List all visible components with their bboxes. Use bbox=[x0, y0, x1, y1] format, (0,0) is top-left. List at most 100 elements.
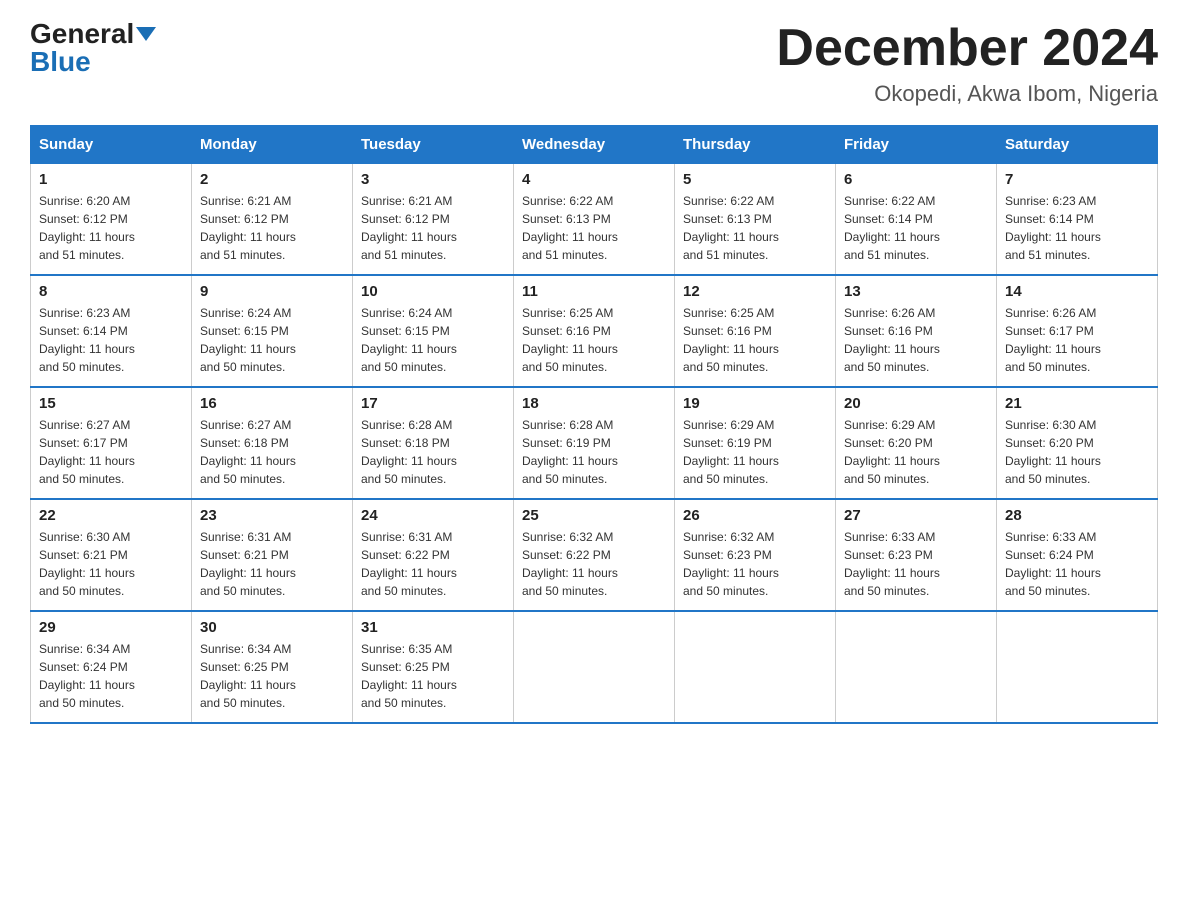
day-info: Sunrise: 6:22 AMSunset: 6:13 PMDaylight:… bbox=[683, 192, 827, 264]
day-info: Sunrise: 6:32 AMSunset: 6:22 PMDaylight:… bbox=[522, 528, 666, 600]
day-number: 14 bbox=[1005, 283, 1149, 300]
day-number: 22 bbox=[39, 507, 183, 524]
calendar-cell: 26 Sunrise: 6:32 AMSunset: 6:23 PMDayligh… bbox=[675, 499, 836, 611]
calendar-cell: 4 Sunrise: 6:22 AMSunset: 6:13 PMDaylight… bbox=[514, 164, 675, 276]
calendar-cell: 29Sunrise: 6:34 AMSunset: 6:24 PMDayligh… bbox=[31, 611, 192, 723]
calendar-cell: 24 Sunrise: 6:31 AMSunset: 6:22 PMDayligh… bbox=[353, 499, 514, 611]
day-info: Sunrise: 6:31 AMSunset: 6:22 PMDaylight:… bbox=[361, 528, 505, 600]
day-info: Sunrise: 6:28 AMSunset: 6:19 PMDaylight:… bbox=[522, 416, 666, 488]
calendar-cell: 28 Sunrise: 6:33 AMSunset: 6:24 PMDayligh… bbox=[997, 499, 1158, 611]
header-row: SundayMondayTuesdayWednesdayThursdayFrid… bbox=[31, 126, 1158, 164]
logo-general-text: General bbox=[30, 20, 134, 48]
calendar-cell: 6Sunrise: 6:22 AMSunset: 6:14 PMDaylight… bbox=[836, 164, 997, 276]
calendar-cell: 16 Sunrise: 6:27 AMSunset: 6:18 PMDayligh… bbox=[192, 387, 353, 499]
day-number: 27 bbox=[844, 507, 988, 524]
location-title: Okopedi, Akwa Ibom, Nigeria bbox=[776, 81, 1158, 107]
day-number: 19 bbox=[683, 395, 827, 412]
day-info: Sunrise: 6:27 AMSunset: 6:17 PMDaylight:… bbox=[39, 416, 183, 488]
day-info: Sunrise: 6:22 AMSunset: 6:13 PMDaylight:… bbox=[522, 192, 666, 264]
day-number: 13 bbox=[844, 283, 988, 300]
calendar-week-row: 15 Sunrise: 6:27 AMSunset: 6:17 PMDayligh… bbox=[31, 387, 1158, 499]
calendar-week-row: 29Sunrise: 6:34 AMSunset: 6:24 PMDayligh… bbox=[31, 611, 1158, 723]
day-number: 17 bbox=[361, 395, 505, 412]
logo-arrow-icon bbox=[136, 27, 156, 41]
logo: General Blue bbox=[30, 20, 156, 76]
calendar-cell: 7 Sunrise: 6:23 AMSunset: 6:14 PMDaylight… bbox=[997, 164, 1158, 276]
calendar-header: SundayMondayTuesdayWednesdayThursdayFrid… bbox=[31, 126, 1158, 164]
calendar-cell: 9 Sunrise: 6:24 AMSunset: 6:15 PMDaylight… bbox=[192, 275, 353, 387]
day-info: Sunrise: 6:32 AMSunset: 6:23 PMDaylight:… bbox=[683, 528, 827, 600]
calendar-cell: 22 Sunrise: 6:30 AMSunset: 6:21 PMDayligh… bbox=[31, 499, 192, 611]
day-number: 21 bbox=[1005, 395, 1149, 412]
day-number: 3 bbox=[361, 171, 505, 188]
title-block: December 2024 Okopedi, Akwa Ibom, Nigeri… bbox=[776, 20, 1158, 107]
calendar-cell: 11Sunrise: 6:25 AMSunset: 6:16 PMDayligh… bbox=[514, 275, 675, 387]
logo-blue-text: Blue bbox=[30, 48, 91, 76]
day-info: Sunrise: 6:24 AMSunset: 6:15 PMDaylight:… bbox=[200, 304, 344, 376]
day-info: Sunrise: 6:35 AMSunset: 6:25 PMDaylight:… bbox=[361, 640, 505, 712]
calendar-cell: 14 Sunrise: 6:26 AMSunset: 6:17 PMDayligh… bbox=[997, 275, 1158, 387]
day-info: Sunrise: 6:34 AMSunset: 6:25 PMDaylight:… bbox=[200, 640, 344, 712]
calendar-cell: 3Sunrise: 6:21 AMSunset: 6:12 PMDaylight… bbox=[353, 164, 514, 276]
page-header: General Blue December 2024 Okopedi, Akwa… bbox=[30, 20, 1158, 107]
day-info: Sunrise: 6:20 AMSunset: 6:12 PMDaylight:… bbox=[39, 192, 183, 264]
day-number: 29 bbox=[39, 619, 183, 636]
day-info: Sunrise: 6:31 AMSunset: 6:21 PMDaylight:… bbox=[200, 528, 344, 600]
calendar-cell: 5Sunrise: 6:22 AMSunset: 6:13 PMDaylight… bbox=[675, 164, 836, 276]
calendar-cell: 8Sunrise: 6:23 AMSunset: 6:14 PMDaylight… bbox=[31, 275, 192, 387]
calendar-table: SundayMondayTuesdayWednesdayThursdayFrid… bbox=[30, 125, 1158, 724]
day-info: Sunrise: 6:25 AMSunset: 6:16 PMDaylight:… bbox=[683, 304, 827, 376]
calendar-cell: 23Sunrise: 6:31 AMSunset: 6:21 PMDayligh… bbox=[192, 499, 353, 611]
day-info: Sunrise: 6:30 AMSunset: 6:21 PMDaylight:… bbox=[39, 528, 183, 600]
header-cell-monday: Monday bbox=[192, 126, 353, 164]
day-number: 20 bbox=[844, 395, 988, 412]
day-info: Sunrise: 6:33 AMSunset: 6:24 PMDaylight:… bbox=[1005, 528, 1149, 600]
day-number: 11 bbox=[522, 283, 666, 300]
day-info: Sunrise: 6:23 AMSunset: 6:14 PMDaylight:… bbox=[1005, 192, 1149, 264]
day-info: Sunrise: 6:27 AMSunset: 6:18 PMDaylight:… bbox=[200, 416, 344, 488]
day-info: Sunrise: 6:23 AMSunset: 6:14 PMDaylight:… bbox=[39, 304, 183, 376]
calendar-cell: 13Sunrise: 6:26 AMSunset: 6:16 PMDayligh… bbox=[836, 275, 997, 387]
day-number: 26 bbox=[683, 507, 827, 524]
day-number: 30 bbox=[200, 619, 344, 636]
day-info: Sunrise: 6:24 AMSunset: 6:15 PMDaylight:… bbox=[361, 304, 505, 376]
calendar-cell: 31 Sunrise: 6:35 AMSunset: 6:25 PMDayligh… bbox=[353, 611, 514, 723]
header-cell-saturday: Saturday bbox=[997, 126, 1158, 164]
day-number: 31 bbox=[361, 619, 505, 636]
calendar-cell: 15 Sunrise: 6:27 AMSunset: 6:17 PMDayligh… bbox=[31, 387, 192, 499]
day-number: 28 bbox=[1005, 507, 1149, 524]
day-number: 12 bbox=[683, 283, 827, 300]
day-number: 25 bbox=[522, 507, 666, 524]
day-info: Sunrise: 6:22 AMSunset: 6:14 PMDaylight:… bbox=[844, 192, 988, 264]
day-info: Sunrise: 6:33 AMSunset: 6:23 PMDaylight:… bbox=[844, 528, 988, 600]
calendar-week-row: 22 Sunrise: 6:30 AMSunset: 6:21 PMDayligh… bbox=[31, 499, 1158, 611]
calendar-cell: 17Sunrise: 6:28 AMSunset: 6:18 PMDayligh… bbox=[353, 387, 514, 499]
day-number: 18 bbox=[522, 395, 666, 412]
calendar-cell: 19 Sunrise: 6:29 AMSunset: 6:19 PMDayligh… bbox=[675, 387, 836, 499]
calendar-week-row: 8Sunrise: 6:23 AMSunset: 6:14 PMDaylight… bbox=[31, 275, 1158, 387]
calendar-cell: 12 Sunrise: 6:25 AMSunset: 6:16 PMDayligh… bbox=[675, 275, 836, 387]
day-info: Sunrise: 6:29 AMSunset: 6:20 PMDaylight:… bbox=[844, 416, 988, 488]
calendar-cell: 25 Sunrise: 6:32 AMSunset: 6:22 PMDayligh… bbox=[514, 499, 675, 611]
calendar-cell bbox=[514, 611, 675, 723]
day-number: 2 bbox=[200, 171, 344, 188]
calendar-cell: 20 Sunrise: 6:29 AMSunset: 6:20 PMDayligh… bbox=[836, 387, 997, 499]
day-info: Sunrise: 6:29 AMSunset: 6:19 PMDaylight:… bbox=[683, 416, 827, 488]
day-number: 24 bbox=[361, 507, 505, 524]
header-cell-wednesday: Wednesday bbox=[514, 126, 675, 164]
day-info: Sunrise: 6:26 AMSunset: 6:17 PMDaylight:… bbox=[1005, 304, 1149, 376]
calendar-cell: 30 Sunrise: 6:34 AMSunset: 6:25 PMDayligh… bbox=[192, 611, 353, 723]
day-number: 4 bbox=[522, 171, 666, 188]
calendar-cell: 18 Sunrise: 6:28 AMSunset: 6:19 PMDayligh… bbox=[514, 387, 675, 499]
calendar-cell: 2Sunrise: 6:21 AMSunset: 6:12 PMDaylight… bbox=[192, 164, 353, 276]
calendar-cell: 1 Sunrise: 6:20 AMSunset: 6:12 PMDaylight… bbox=[31, 164, 192, 276]
day-number: 15 bbox=[39, 395, 183, 412]
day-info: Sunrise: 6:30 AMSunset: 6:20 PMDaylight:… bbox=[1005, 416, 1149, 488]
calendar-week-row: 1 Sunrise: 6:20 AMSunset: 6:12 PMDaylight… bbox=[31, 164, 1158, 276]
day-number: 7 bbox=[1005, 171, 1149, 188]
day-number: 1 bbox=[39, 171, 183, 188]
header-cell-tuesday: Tuesday bbox=[353, 126, 514, 164]
day-number: 9 bbox=[200, 283, 344, 300]
day-number: 16 bbox=[200, 395, 344, 412]
calendar-cell: 10Sunrise: 6:24 AMSunset: 6:15 PMDayligh… bbox=[353, 275, 514, 387]
